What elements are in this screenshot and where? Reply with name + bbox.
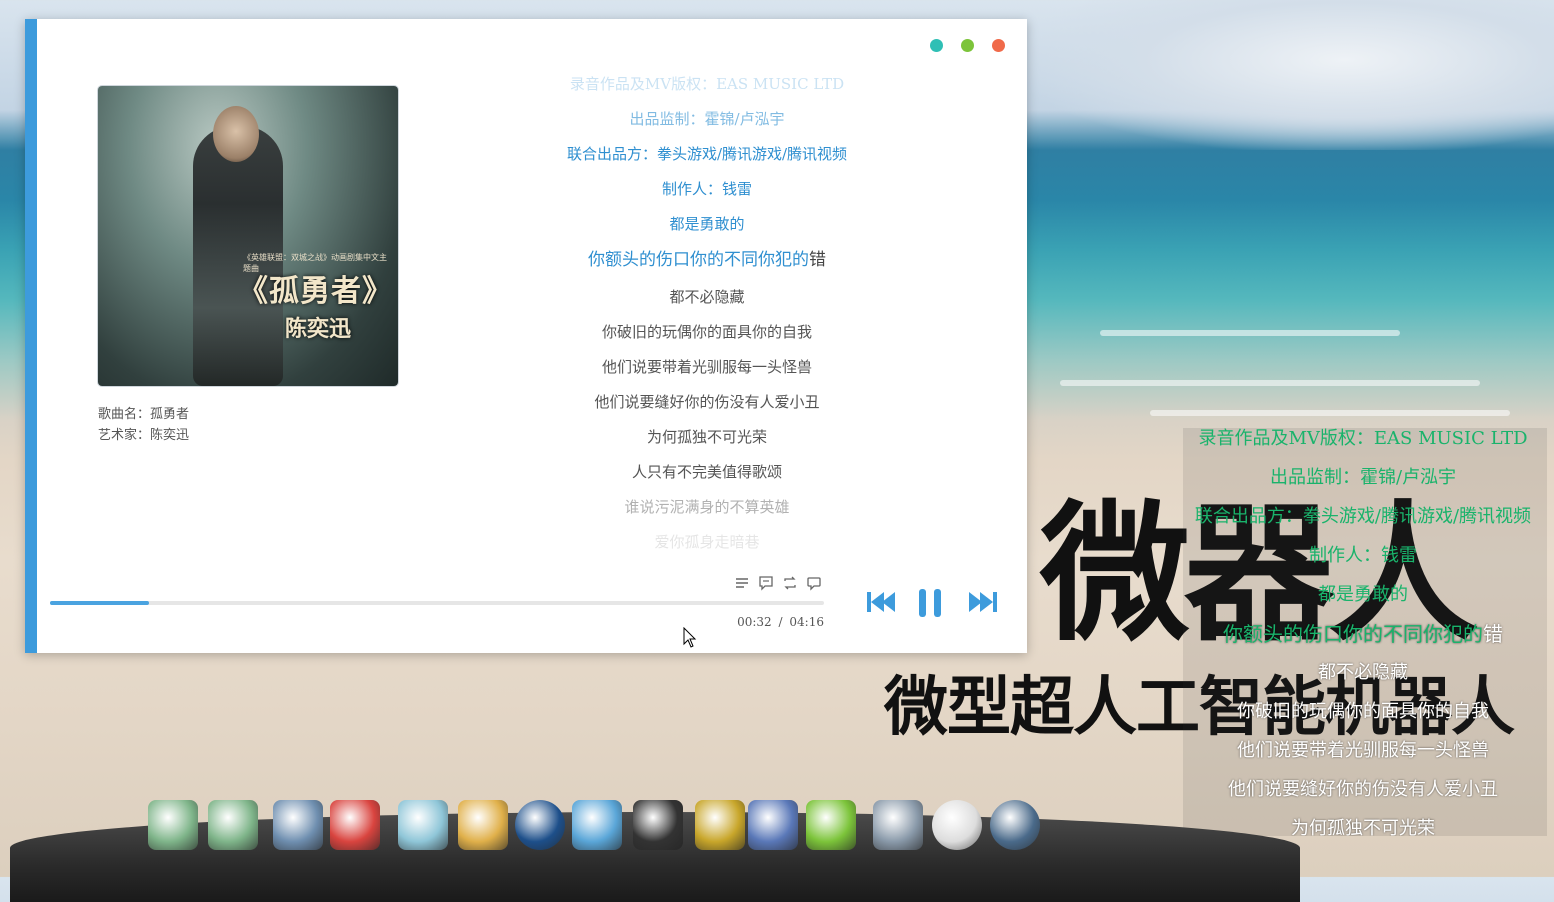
time-total: 04:16 xyxy=(789,615,824,629)
folder-icon[interactable] xyxy=(208,800,258,850)
artist-name-label: 艺术家：陈奕迅 xyxy=(98,428,190,443)
cover-title: 《孤勇者》 xyxy=(238,274,393,309)
lyric-rest: 错 xyxy=(809,250,826,270)
next-track-button[interactable] xyxy=(965,587,999,617)
lyrics-panel[interactable]: 录音作品及MV版权：EAS MUSIC LTD 出品监制：霍锦/卢泓宇联合出品方：… xyxy=(487,74,927,554)
lyric-line: 谁说污泥满身的不算英雄 xyxy=(624,498,790,516)
minimize-button[interactable] xyxy=(930,39,943,52)
comment-icon[interactable] xyxy=(806,575,822,591)
lyric-line: 都是勇敢的 xyxy=(669,215,745,233)
mouse-cursor-icon xyxy=(683,627,697,648)
sky-cloud xyxy=(1030,0,1554,150)
folder-icon[interactable] xyxy=(148,800,198,850)
wave xyxy=(1150,410,1510,416)
penguin-icon[interactable] xyxy=(633,800,683,850)
lyric-line: 制作人：钱雷 xyxy=(661,180,752,198)
maximize-button[interactable] xyxy=(961,39,974,52)
lyric-line: 人只有不完美值得歌颂 xyxy=(631,463,782,481)
desktop-lyric-line: 你破旧的玩偶你的面具你的自我 xyxy=(1237,701,1489,722)
cover-head xyxy=(213,106,259,162)
time-current: 00:32 xyxy=(737,615,772,629)
desktop-lyric-line: 联合出品方：拳头游戏/腾讯游戏/腾讯视频 xyxy=(1194,506,1532,527)
network-icon[interactable] xyxy=(572,800,622,850)
time-display: 00:32 / 04:16 xyxy=(725,615,824,629)
desktop-lyric-line: 他们说要缝好你的伤没有人爱小丑 xyxy=(1228,779,1498,800)
playlist-icon[interactable] xyxy=(734,575,750,591)
lyric-line: 他们说要缝好你的伤没有人爱小丑 xyxy=(594,393,820,411)
lyric-highlight: 你额头的伤口你的不同你犯的 xyxy=(588,250,809,270)
lyric-line: 为何孤独不可光荣 xyxy=(646,428,767,446)
rabbit-app-icon[interactable] xyxy=(330,800,380,850)
desktop-lyric-line: 制作人：钱雷 xyxy=(1309,545,1417,566)
help-icon[interactable] xyxy=(806,800,856,850)
lyric-line: 录音作品及MV版权：EAS MUSIC LTD xyxy=(569,75,845,93)
album-cover: 《英雄联盟：双城之战》动画剧集中文主题曲 《孤勇者》 陈奕迅 xyxy=(98,86,398,386)
cover-artist: 陈奕迅 xyxy=(284,317,351,342)
lyric-line: 你破旧的玩偶你的面具你的自我 xyxy=(601,323,812,341)
lyric-line: 你额头的伤口你的不同你犯的错 xyxy=(487,250,927,270)
media-player-icon[interactable] xyxy=(515,800,565,850)
progress-fill xyxy=(50,601,150,605)
wave xyxy=(1100,330,1400,336)
notepad-icon[interactable] xyxy=(398,800,448,850)
close-button[interactable] xyxy=(992,39,1005,52)
song-name-label: 歌曲名：孤勇者 xyxy=(98,407,190,422)
repeat-icon[interactable] xyxy=(782,575,798,591)
desktop-lyric-line: 都不必隐藏 xyxy=(1318,662,1408,683)
time-separator: / xyxy=(778,615,783,629)
desktop-lyric-highlight: 你额头的伤口你的不同你犯的 xyxy=(1223,622,1483,646)
lyric-line: 出品监制：霍锦/卢泓宇 xyxy=(629,110,785,128)
lyric-line: 联合出品方：拳头游戏/腾讯游戏/腾讯视频 xyxy=(566,145,848,163)
desktop-lyric-line: 他们说要带着光驯服每一头怪兽 xyxy=(1237,740,1489,761)
lyric-line: 他们说要带着光驯服每一头怪兽 xyxy=(601,358,812,376)
paint-icon[interactable] xyxy=(458,800,508,850)
lyric-line: 都不必隐藏 xyxy=(669,288,745,306)
desktop-lyric-line: 都是勇敢的 xyxy=(1318,584,1408,605)
music-player-window: 《英雄联盟：双城之战》动画剧集中文主题曲 《孤勇者》 陈奕迅 歌曲名：孤勇者 艺… xyxy=(25,19,1027,653)
pause-button[interactable] xyxy=(916,587,946,619)
drive-icon[interactable] xyxy=(873,800,923,850)
lyric-line: 爱你孤身走暗巷 xyxy=(654,533,760,551)
wave xyxy=(1060,380,1480,386)
progress-bar[interactable] xyxy=(50,601,824,605)
computer-icon[interactable] xyxy=(273,800,323,850)
desktop-lyric-line: 你额头的伤口你的不同你犯的错 xyxy=(1183,623,1547,645)
settings-sun-icon[interactable] xyxy=(932,800,982,850)
desktop-lyrics-overlay[interactable]: 录音作品及MV版权：EAS MUSIC LTD 出品监制：霍锦/卢泓宇联合出品方：… xyxy=(1183,428,1547,836)
desktop-lyric-rest: 错 xyxy=(1483,622,1503,646)
lyrics-toggle-icon[interactable] xyxy=(758,575,774,591)
contacts-book-icon[interactable] xyxy=(695,800,745,850)
previous-track-button[interactable] xyxy=(865,587,899,617)
desktop-lyric-line: 录音作品及MV版权：EAS MUSIC LTD xyxy=(1198,428,1528,449)
window-accent-bar xyxy=(25,19,37,653)
desktop-lyric-line: 出品监制：霍锦/卢泓宇 xyxy=(1269,467,1457,488)
presentation-icon[interactable] xyxy=(748,800,798,850)
globe-icon[interactable] xyxy=(990,800,1040,850)
